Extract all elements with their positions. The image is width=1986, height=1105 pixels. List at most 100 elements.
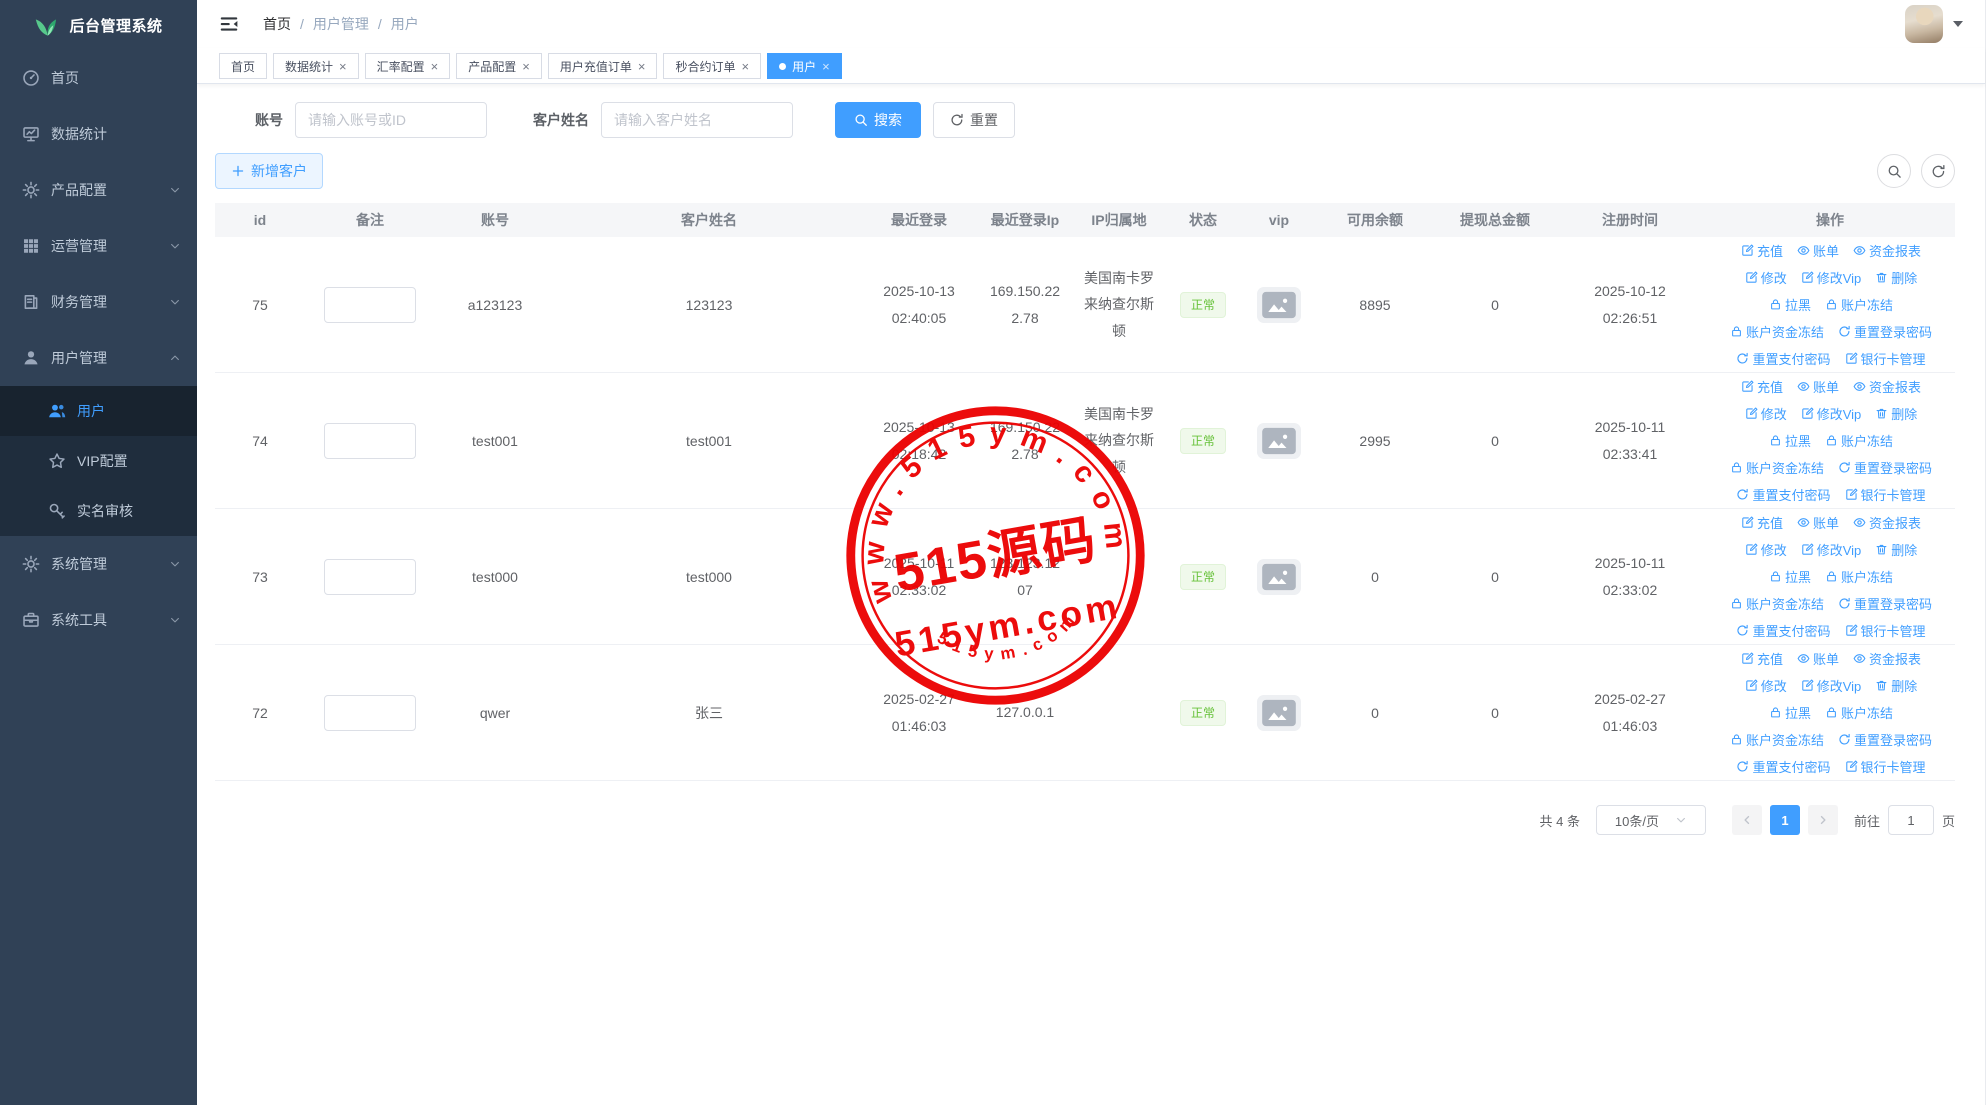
remark-input[interactable] [324, 559, 416, 595]
search-button[interactable]: 搜索 [835, 102, 921, 138]
op-freeze-account[interactable]: 账户冻结 [1825, 431, 1893, 450]
customer-name-input[interactable] [601, 102, 793, 138]
remark-input[interactable] [324, 287, 416, 323]
tab-close-icon[interactable]: × [638, 60, 646, 73]
op-edit[interactable]: 修改 [1745, 676, 1787, 695]
breadcrumb-home[interactable]: 首页 [263, 14, 291, 34]
op-blacklist[interactable]: 拉黑 [1769, 431, 1811, 450]
op-bill[interactable]: 账单 [1797, 649, 1839, 668]
op-bill[interactable]: 账单 [1797, 377, 1839, 396]
op-delete[interactable]: 删除 [1875, 404, 1917, 423]
next-page-button[interactable] [1808, 805, 1838, 835]
sidebar-item-finance[interactable]: 财务管理 [0, 274, 197, 330]
op-freeze-account[interactable]: 账户冻结 [1825, 295, 1893, 314]
tab-product-config[interactable]: 产品配置× [456, 53, 542, 79]
tab-close-icon[interactable]: × [522, 60, 530, 73]
op-reset-login-password[interactable]: 重置登录密码 [1838, 322, 1932, 341]
op-reset-pay-password[interactable]: 重置支付密码 [1736, 757, 1830, 776]
menu-fold-icon[interactable] [219, 14, 239, 34]
op-recharge[interactable]: 充值 [1741, 377, 1783, 396]
op-freeze-account[interactable]: 账户冻结 [1825, 703, 1893, 722]
tab-home[interactable]: 首页 [219, 53, 267, 79]
op-bill[interactable]: 账单 [1797, 513, 1839, 532]
add-customer-button[interactable]: 新增客户 [215, 153, 323, 189]
refresh-icon [950, 113, 964, 127]
account-input[interactable] [295, 102, 487, 138]
op-freeze-funds[interactable]: 账户资金冻结 [1730, 730, 1824, 749]
op-delete[interactable]: 删除 [1875, 676, 1917, 695]
op-bank-card[interactable]: 银行卡管理 [1845, 485, 1926, 504]
op-edit-vip[interactable]: 修改Vip [1801, 268, 1862, 287]
op-bill[interactable]: 账单 [1797, 241, 1839, 260]
tab-close-icon[interactable]: × [431, 60, 439, 73]
vip-image-icon[interactable] [1257, 695, 1301, 731]
caret-down-icon[interactable] [1953, 21, 1963, 27]
table-refresh-button[interactable] [1921, 154, 1955, 188]
op-reset-pay-password[interactable]: 重置支付密码 [1736, 485, 1830, 504]
tab-stats[interactable]: 数据统计× [273, 53, 359, 79]
op-recharge[interactable]: 充值 [1741, 513, 1783, 532]
op-reset-login-password[interactable]: 重置登录密码 [1838, 458, 1932, 477]
op-edit[interactable]: 修改 [1745, 540, 1787, 559]
op-reset-pay-password[interactable]: 重置支付密码 [1736, 349, 1830, 368]
tab-close-icon[interactable]: × [741, 60, 749, 73]
op-delete[interactable]: 删除 [1875, 268, 1917, 287]
remark-input[interactable] [324, 423, 416, 459]
tab-user[interactable]: 用户× [767, 53, 842, 79]
sidebar-item-vip-config[interactable]: VIP配置 [0, 436, 197, 486]
op-recharge[interactable]: 充值 [1741, 241, 1783, 260]
page-size-select[interactable]: 10条/页 [1596, 805, 1706, 835]
op-reset-login-password[interactable]: 重置登录密码 [1838, 594, 1932, 613]
tab-contract-orders[interactable]: 秒合约订单× [663, 53, 761, 79]
op-bank-card[interactable]: 银行卡管理 [1845, 757, 1926, 776]
sidebar-item-tools[interactable]: 系统工具 [0, 592, 197, 648]
op-fund-report[interactable]: 资金报表 [1853, 377, 1921, 396]
op-edit[interactable]: 修改 [1745, 268, 1787, 287]
row-operations: 充值账单资金报表修改修改Vip 删除拉黑账户冻结账户资金冻结重置登录密码重置支付密… [1711, 645, 1951, 780]
avatar[interactable] [1905, 5, 1943, 43]
sidebar-item-user[interactable]: 用户 [0, 386, 197, 436]
op-freeze-account[interactable]: 账户冻结 [1825, 567, 1893, 586]
vip-image-icon[interactable] [1257, 287, 1301, 323]
current-page-button[interactable]: 1 [1770, 805, 1800, 835]
op-blacklist[interactable]: 拉黑 [1769, 295, 1811, 314]
op-edit-vip[interactable]: 修改Vip [1801, 676, 1862, 695]
sidebar-item-operation[interactable]: 运营管理 [0, 218, 197, 274]
tab-recharge-orders[interactable]: 用户充值订单× [548, 53, 658, 79]
op-blacklist[interactable]: 拉黑 [1769, 567, 1811, 586]
op-edit[interactable]: 修改 [1745, 404, 1787, 423]
op-delete[interactable]: 删除 [1875, 540, 1917, 559]
op-blacklist[interactable]: 拉黑 [1769, 703, 1811, 722]
goto-page-input[interactable] [1888, 805, 1934, 835]
op-freeze-funds[interactable]: 账户资金冻结 [1730, 458, 1824, 477]
sidebar-item-realname-audit[interactable]: 实名审核 [0, 486, 197, 536]
tab-close-icon[interactable]: × [822, 60, 830, 73]
tab-close-icon[interactable]: × [339, 60, 347, 73]
op-bank-card[interactable]: 银行卡管理 [1845, 621, 1926, 640]
op-fund-report[interactable]: 资金报表 [1853, 649, 1921, 668]
op-freeze-funds[interactable]: 账户资金冻结 [1730, 594, 1824, 613]
op-reset-pay-password[interactable]: 重置支付密码 [1736, 621, 1830, 640]
table-search-button[interactable] [1877, 154, 1911, 188]
remark-input[interactable] [324, 695, 416, 731]
vip-image-icon[interactable] [1257, 423, 1301, 459]
op-label: 删除 [1891, 540, 1917, 559]
op-fund-report[interactable]: 资金报表 [1853, 241, 1921, 260]
op-bank-card[interactable]: 银行卡管理 [1845, 349, 1926, 368]
op-edit-vip[interactable]: 修改Vip [1801, 404, 1862, 423]
table-tools [1877, 154, 1955, 188]
sidebar-item-user-management[interactable]: 用户管理 [0, 330, 197, 386]
sidebar-item-product-config[interactable]: 产品配置 [0, 162, 197, 218]
op-fund-report[interactable]: 资金报表 [1853, 513, 1921, 532]
op-freeze-funds[interactable]: 账户资金冻结 [1730, 322, 1824, 341]
reset-button[interactable]: 重置 [933, 102, 1015, 138]
vip-image-icon[interactable] [1257, 559, 1301, 595]
tab-exchange-rate[interactable]: 汇率配置× [365, 53, 451, 79]
op-reset-login-password[interactable]: 重置登录密码 [1838, 730, 1932, 749]
sidebar-item-stats[interactable]: 数据统计 [0, 106, 197, 162]
op-edit-vip[interactable]: 修改Vip [1801, 540, 1862, 559]
op-recharge[interactable]: 充值 [1741, 649, 1783, 668]
sidebar-item-system[interactable]: 系统管理 [0, 536, 197, 592]
sidebar-item-home[interactable]: 首页 [0, 50, 197, 106]
prev-page-button[interactable] [1732, 805, 1762, 835]
